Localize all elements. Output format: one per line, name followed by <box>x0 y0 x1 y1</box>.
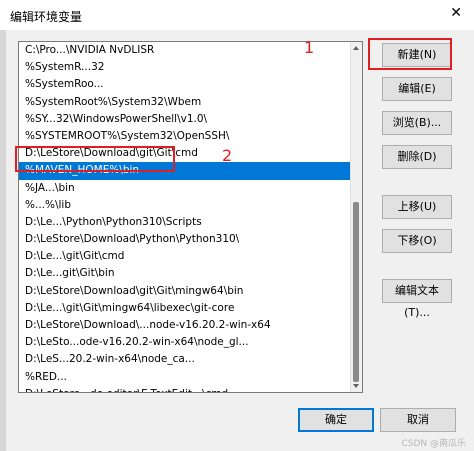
path-row[interactable]: %...%\lib <box>19 197 350 214</box>
path-row[interactable]: %RED... <box>19 369 350 386</box>
path-row[interactable]: %SystemRoot%\System32\Wbem <box>19 94 350 111</box>
ok-button[interactable]: 确定 <box>298 408 374 432</box>
path-row[interactable]: D:\LeStore\Download\Python\Python310\ <box>19 231 350 248</box>
vertical-scrollbar[interactable] <box>350 42 362 392</box>
edit-text-button[interactable]: 编辑文本(T)... <box>382 279 452 319</box>
window-title: 编辑环境变量 <box>10 10 83 24</box>
path-row[interactable]: D:\LeStore\Download\...node-v16.20.2-win… <box>19 317 350 334</box>
path-row[interactable]: D:\LeS...20.2-win-x64\node_ca... <box>19 351 350 368</box>
path-row[interactable]: D:\LeStore...de editor\E-TextEdit...\cmd <box>19 386 350 392</box>
edit-button[interactable]: 编辑(E) <box>382 77 452 101</box>
path-row[interactable]: D:\Le...\git\Git\mingw64\libexec\git-cor… <box>19 300 350 317</box>
path-row[interactable]: D:\LeStore\Download\git\Git\mingw64\bin <box>19 283 350 300</box>
path-list[interactable]: C:\Pro...\NVIDIA NvDLISR %SystemR...32 %Sy… <box>18 41 363 393</box>
move-up-button[interactable]: 上移(U) <box>382 195 452 219</box>
browse-button[interactable]: 浏览(B)... <box>382 111 452 135</box>
scroll-up-icon[interactable] <box>353 46 359 50</box>
path-row[interactable]: %SYSTEMROOT%\System32\OpenSSH\ <box>19 128 350 145</box>
annotation-number-2: 2 <box>222 146 233 165</box>
cancel-button[interactable]: 取消 <box>380 408 456 432</box>
watermark: CSDN @南瓜乐 <box>401 439 466 449</box>
path-row[interactable]: %SystemRoo... <box>19 76 350 93</box>
background-window-strip <box>0 30 6 451</box>
scroll-thumb[interactable] <box>353 202 359 382</box>
path-rows: C:\Pro...\NVIDIA NvDLISR %SystemR...32 %Sy… <box>19 42 350 392</box>
path-row[interactable]: D:\Le...\Python\Python310\Scripts <box>19 214 350 231</box>
move-down-button[interactable]: 下移(O) <box>382 229 452 253</box>
path-row[interactable]: D:\LeSto...ode-v16.20.2-win-x64\node_gl.… <box>19 334 350 351</box>
close-icon[interactable]: ✕ <box>450 5 462 21</box>
path-row[interactable]: %SY...32\WindowsPowerShell\v1.0\ <box>19 111 350 128</box>
path-row[interactable]: D:\Le...git\Git\bin <box>19 265 350 282</box>
annotation-box-selected <box>15 146 175 172</box>
annotation-number-1: 1 <box>304 38 315 57</box>
path-row[interactable]: C:\Pro...\NVIDIA NvDLISR <box>19 42 350 59</box>
title-bar: 编辑环境变量 ✕ <box>0 0 474 30</box>
path-row[interactable]: D:\Le...\git\Git\cmd <box>19 248 350 265</box>
delete-button[interactable]: 删除(D) <box>382 145 452 169</box>
annotation-box-new <box>368 38 452 70</box>
path-row[interactable]: %SystemR...32 <box>19 59 350 76</box>
path-row[interactable]: %JA...\bin <box>19 180 350 197</box>
scroll-down-icon[interactable] <box>353 384 359 388</box>
